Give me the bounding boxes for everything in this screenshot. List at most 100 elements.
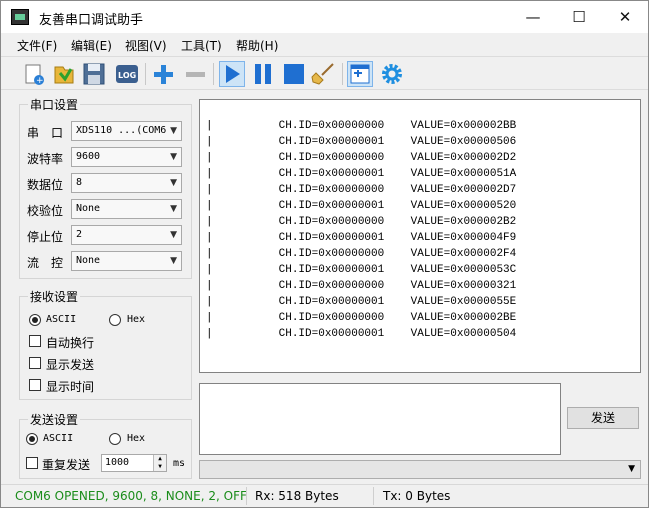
receive-ascii-label: ASCII	[46, 314, 77, 325]
send-button[interactable]: 发送	[567, 407, 639, 429]
toolbar-separator	[342, 63, 343, 85]
databits-label: 数据位	[27, 178, 64, 192]
port-value: XDS110 ...(COM6	[76, 125, 167, 136]
chevron-down-icon: ▼	[170, 204, 177, 214]
receive-settings-title: 接收设置	[28, 288, 81, 305]
parity-label: 校验位	[27, 204, 64, 218]
close-button[interactable]: ✕	[602, 1, 648, 33]
receive-settings-group: 接收设置	[19, 288, 192, 400]
toolbar: + LOG	[1, 56, 648, 90]
toolbar-separator	[145, 63, 146, 85]
pause-icon[interactable]	[250, 61, 276, 87]
stepper-down-icon[interactable]: ▼	[153, 463, 166, 471]
maximize-button[interactable]: ☐	[556, 1, 602, 33]
status-bar: COM6 OPENED, 9600, 8, NONE, 2, OFF Rx: 5…	[1, 484, 648, 507]
port-status: COM6 OPENED, 9600, 8, NONE, 2, OFF	[15, 489, 247, 503]
new-file-icon[interactable]: +	[21, 61, 47, 87]
receive-line: | CH.ID=0x00000001 VALUE=0x0000053C	[206, 264, 517, 276]
baud-value: 9600	[76, 151, 101, 162]
interval-value: 1000	[105, 457, 130, 468]
minimize-button[interactable]: —	[510, 1, 556, 33]
svg-text:+: +	[36, 76, 44, 86]
send-hex-label: Hex	[127, 433, 146, 444]
menu-bar: 文件(F) 编辑(E) 视图(V) 工具(T) 帮助(H)	[1, 33, 648, 55]
show-time-checkbox[interactable]	[29, 379, 41, 391]
chevron-down-icon: ▼	[170, 152, 177, 162]
menu-file[interactable]: 文件(F)	[17, 37, 57, 54]
databits-select[interactable]: 8 ▼	[71, 173, 182, 193]
app-window: 友善串口调试助手 — ☐ ✕ 文件(F) 编辑(E) 视图(V) 工具(T) 帮…	[0, 0, 649, 508]
settings-gear-icon[interactable]	[379, 61, 405, 87]
interval-unit: ms	[173, 458, 186, 469]
databits-value: 8	[76, 177, 83, 188]
serial-settings-title: 串口设置	[28, 96, 81, 113]
menu-help[interactable]: 帮助(H)	[236, 37, 278, 54]
show-send-checkbox[interactable]	[29, 357, 41, 369]
play-icon[interactable]	[219, 61, 245, 87]
chevron-down-icon: ▼	[170, 256, 177, 266]
receive-line: | CH.ID=0x00000000 VALUE=0x000002BB	[206, 120, 517, 132]
receive-ascii-radio[interactable]	[29, 314, 41, 326]
send-history-select[interactable]: ▼	[199, 460, 641, 479]
save-icon[interactable]	[81, 61, 107, 87]
title-bar: 友善串口调试助手 — ☐ ✕	[1, 1, 648, 33]
window-title: 友善串口调试助手	[39, 13, 144, 28]
receive-line: | CH.ID=0x00000001 VALUE=0x0000055E	[206, 296, 517, 308]
receive-hex-radio[interactable]	[109, 314, 121, 326]
port-label: 串 口	[27, 126, 64, 140]
receive-line: | CH.ID=0x00000000 VALUE=0x000002BE	[206, 312, 517, 324]
chevron-down-icon: ▼	[170, 126, 177, 136]
stop-icon[interactable]	[281, 61, 307, 87]
receive-line: | CH.ID=0x00000000 VALUE=0x00000321	[206, 280, 517, 292]
remove-icon[interactable]	[182, 61, 208, 87]
receive-text-area[interactable]: | CH.ID=0x00000000 VALUE=0x000002BB | CH…	[199, 99, 641, 373]
auto-wrap-checkbox[interactable]	[29, 335, 41, 347]
clear-broom-icon[interactable]	[311, 61, 337, 87]
parity-value: None	[76, 203, 101, 214]
receive-line: | CH.ID=0x00000000 VALUE=0x000002B2	[206, 216, 517, 228]
parity-select[interactable]: None ▼	[71, 199, 182, 219]
menu-edit[interactable]: 编辑(E)	[71, 37, 112, 54]
log-icon[interactable]: LOG	[114, 61, 140, 87]
window-layout-icon[interactable]	[347, 61, 373, 87]
status-separator	[373, 487, 374, 505]
menu-view[interactable]: 视图(V)	[125, 37, 167, 54]
chevron-down-icon: ▼	[170, 178, 177, 188]
stepper-up-icon[interactable]: ▲	[153, 455, 166, 463]
rx-count: Rx: 518 Bytes	[255, 489, 339, 503]
stopbits-value: 2	[76, 229, 83, 240]
send-hex-radio[interactable]	[109, 433, 121, 445]
receive-line: | CH.ID=0x00000000 VALUE=0x000002D7	[206, 184, 517, 196]
open-file-icon[interactable]	[51, 61, 77, 87]
receive-line: | CH.ID=0x00000001 VALUE=0x0000051A	[206, 168, 517, 180]
chevron-down-icon: ▼	[170, 230, 177, 240]
receive-line: | CH.ID=0x00000001 VALUE=0x00000504	[206, 328, 517, 340]
toolbar-separator	[213, 63, 214, 85]
menu-tools[interactable]: 工具(T)	[181, 37, 222, 54]
send-settings-title: 发送设置	[28, 411, 81, 428]
status-separator	[246, 487, 247, 505]
tx-count: Tx: 0 Bytes	[383, 489, 451, 503]
log-label: LOG	[118, 71, 136, 80]
stopbits-select[interactable]: 2 ▼	[71, 225, 182, 245]
flow-control-select[interactable]: None ▼	[71, 251, 182, 271]
receive-line: | CH.ID=0x00000000 VALUE=0x000002D2	[206, 152, 517, 164]
interval-stepper[interactable]: 1000 ▲ ▼	[101, 454, 167, 472]
port-select[interactable]: XDS110 ...(COM6 ▼	[71, 121, 182, 141]
baud-select[interactable]: 9600 ▼	[71, 147, 182, 167]
app-icon	[11, 9, 29, 25]
send-ascii-radio[interactable]	[26, 433, 38, 445]
add-icon[interactable]	[150, 61, 176, 87]
baud-label: 波特率	[27, 152, 64, 166]
receive-hex-label: Hex	[127, 314, 146, 325]
repeat-send-label: 重复发送	[42, 458, 91, 472]
chevron-down-icon: ▼	[628, 464, 635, 474]
show-time-label: 显示时间	[46, 380, 95, 394]
repeat-send-checkbox[interactable]	[26, 457, 38, 469]
send-text-area[interactable]	[199, 383, 561, 455]
receive-line: | CH.ID=0x00000000 VALUE=0x000002F4	[206, 248, 517, 260]
flow-control-value: None	[76, 255, 101, 266]
stopbits-label: 停止位	[27, 230, 64, 244]
auto-wrap-label: 自动换行	[46, 336, 95, 350]
flow-control-label: 流 控	[27, 256, 64, 270]
